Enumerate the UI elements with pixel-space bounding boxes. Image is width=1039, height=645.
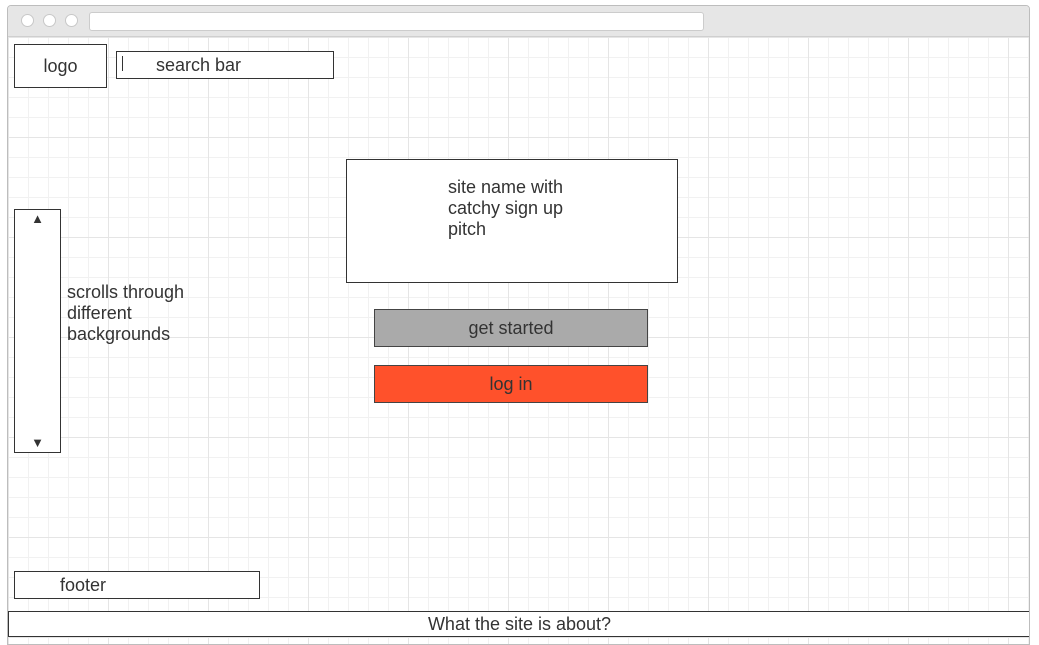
get-started-button[interactable]: get started (374, 309, 648, 347)
footer: footer (14, 571, 260, 599)
search-input[interactable]: search bar (116, 51, 334, 79)
arrow-down-icon[interactable]: ▼ (15, 436, 60, 450)
page-canvas: logo search bar ▲ ▼ scrolls through diff… (8, 37, 1029, 644)
hero-pitch-box: site name with catchy sign up pitch (346, 159, 678, 283)
window-minimize-dot[interactable] (43, 14, 56, 27)
search-placeholder: search bar (156, 55, 242, 75)
window-close-dot[interactable] (21, 14, 34, 27)
scroller-note: scrolls through different backgrounds (67, 282, 185, 344)
hero-pitch-text: site name with catchy sign up pitch (448, 177, 564, 239)
footer-label: footer (60, 575, 107, 595)
browser-window: logo search bar ▲ ▼ scrolls through diff… (7, 5, 1030, 645)
background-scroller[interactable]: ▲ ▼ (14, 209, 61, 453)
address-bar[interactable] (89, 12, 704, 31)
log-in-button[interactable]: log in (374, 365, 648, 403)
logo[interactable]: logo (14, 44, 107, 88)
browser-titlebar (8, 6, 1029, 37)
window-maximize-dot[interactable] (65, 14, 78, 27)
about-link[interactable]: What the site is about? (8, 611, 1029, 637)
arrow-up-icon[interactable]: ▲ (15, 212, 60, 226)
text-caret (122, 56, 123, 71)
